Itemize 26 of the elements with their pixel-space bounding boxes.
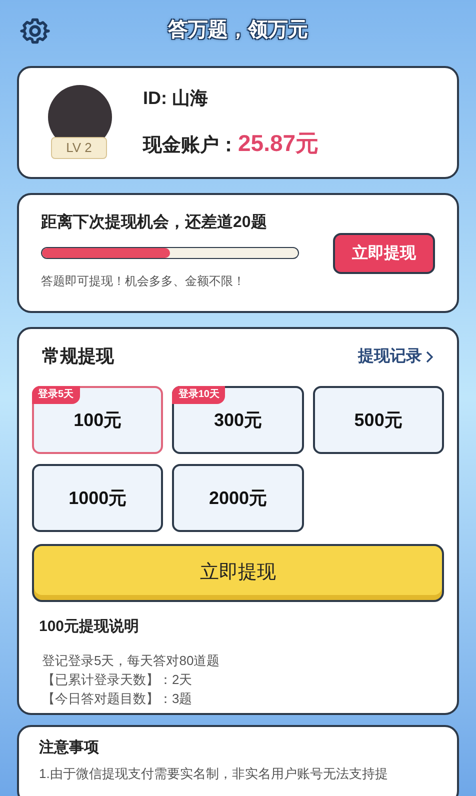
- page-title: 答万题，领万元: [168, 18, 308, 43]
- amount-option[interactable]: 500元: [312, 386, 444, 454]
- amount-option[interactable]: 2000元: [172, 464, 304, 532]
- explain-line: 登记登录5天，每天答对80道题: [42, 652, 221, 670]
- user-id: ID: 山海: [143, 86, 209, 110]
- balance-amount: 25.87元: [238, 128, 319, 158]
- chevron-right-icon: [426, 350, 434, 362]
- withdraw-button[interactable]: 立即提现: [333, 233, 435, 274]
- explain-line: 【已累计登录天数】：2天: [42, 670, 194, 688]
- explain-line: 【今日答对题目数】：3题: [42, 690, 194, 708]
- settings-icon[interactable]: [20, 16, 50, 46]
- progress-note: 答题即可提现！机会多多、金额不限！: [41, 273, 246, 290]
- explain-title: 100元提现说明: [38, 617, 140, 637]
- login-days-tag: 登录5天: [32, 386, 80, 404]
- section-title: 常规提现: [42, 345, 114, 368]
- amount-option[interactable]: 1000元: [32, 464, 164, 532]
- notice-title: 注意事项: [39, 738, 100, 758]
- login-days-tag: 登录10天: [172, 386, 226, 404]
- withdraw-now-button[interactable]: 立即提现: [32, 544, 444, 602]
- notice-text: 1.由于微信提现支付需要实名制，非实名用户账号无法支持提: [39, 766, 389, 782]
- records-link[interactable]: 提现记录: [358, 344, 434, 368]
- progress-title: 距离下次提现机会，还差道20题: [41, 212, 268, 233]
- balance-label: 现金账户：: [143, 134, 238, 158]
- level-badge: LV 2: [51, 136, 107, 158]
- amount-option[interactable]: 登录10天 300元: [172, 386, 304, 454]
- amount-option[interactable]: 登录5天 100元: [32, 386, 164, 454]
